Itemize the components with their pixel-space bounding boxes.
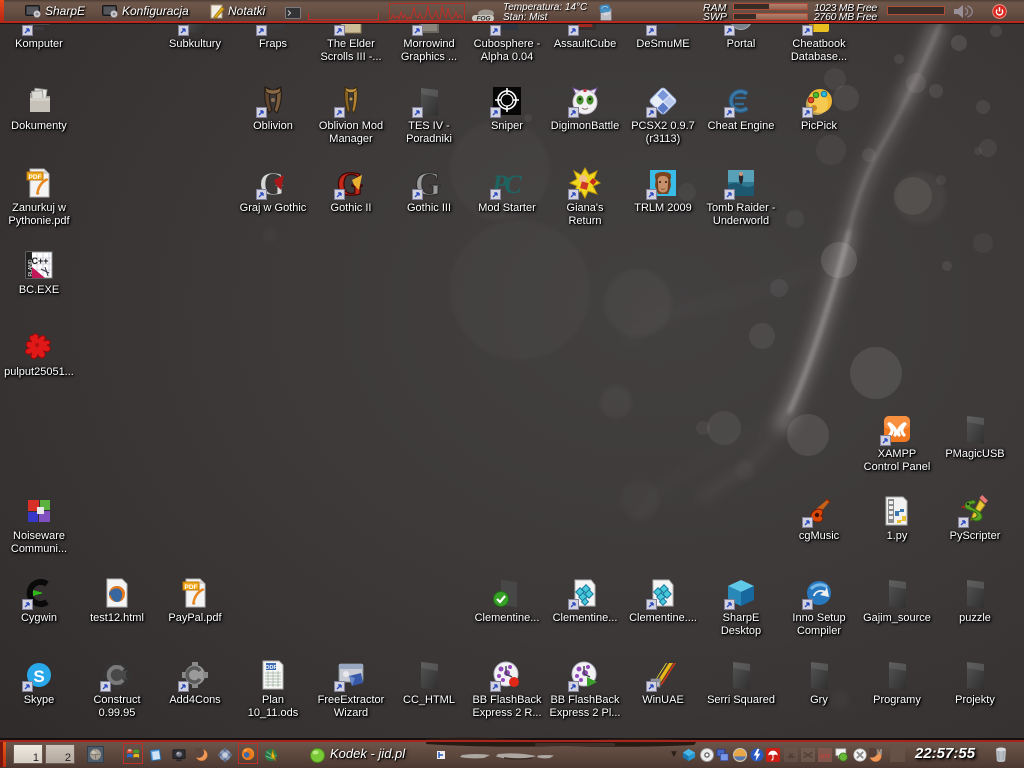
svg-text:C++: C++ — [31, 256, 48, 266]
svg-text:ATI: ATI — [819, 753, 830, 760]
svg-text:PDF: PDF — [29, 174, 42, 181]
svg-text:C: C — [504, 170, 522, 199]
svg-text:PDF: PDF — [185, 584, 198, 591]
svg-text:ODF: ODF — [265, 665, 277, 671]
svg-text:S: S — [33, 667, 44, 686]
